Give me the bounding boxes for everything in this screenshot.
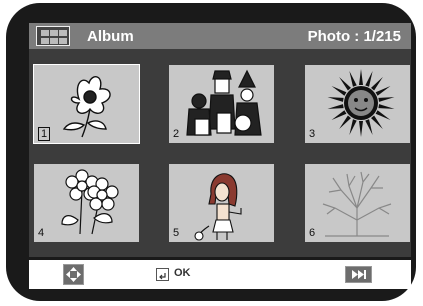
halloween-kids-icon — [186, 69, 262, 136]
photo-counter: Photo : 1/215 — [307, 28, 401, 45]
thumbnail-4[interactable]: 4 — [34, 164, 139, 242]
girl-icon — [194, 173, 242, 241]
directional-pad-icon[interactable] — [63, 264, 84, 285]
thumbnail-number: 5 — [173, 227, 180, 239]
ok-label: OK — [174, 267, 191, 279]
album-header: Album Photo : 1/215 — [29, 23, 411, 49]
sun-icon — [327, 69, 395, 137]
grid-view-icon — [36, 26, 70, 46]
thumbnail-5[interactable]: 5 — [169, 164, 274, 242]
thumbnail-3[interactable]: 3 — [305, 65, 410, 143]
thumbnail-grid: 1 2 3 4 5 6 — [29, 49, 411, 257]
thumbnail-1[interactable]: 1 — [34, 65, 139, 143]
enter-key-icon — [156, 268, 169, 281]
bare-tree-icon — [322, 171, 392, 237]
thumbnail-number: 4 — [38, 227, 45, 239]
page-title: Album — [87, 28, 134, 45]
thumbnail-number: 2 — [173, 128, 180, 140]
thumbnail-2[interactable]: 2 — [169, 65, 274, 143]
thumbnail-number: 6 — [309, 227, 316, 239]
thumbnail-number: 3 — [309, 128, 316, 140]
daisies-icon — [61, 169, 119, 235]
thumbnail-number: 1 — [38, 127, 51, 141]
thumbnail-6[interactable]: 6 — [305, 164, 410, 242]
skip-next-icon[interactable] — [345, 266, 372, 283]
control-bar: OK — [29, 260, 411, 289]
tv-screen-frame: Album Photo : 1/215 1 2 3 4 5 6 OK — [6, 3, 416, 301]
